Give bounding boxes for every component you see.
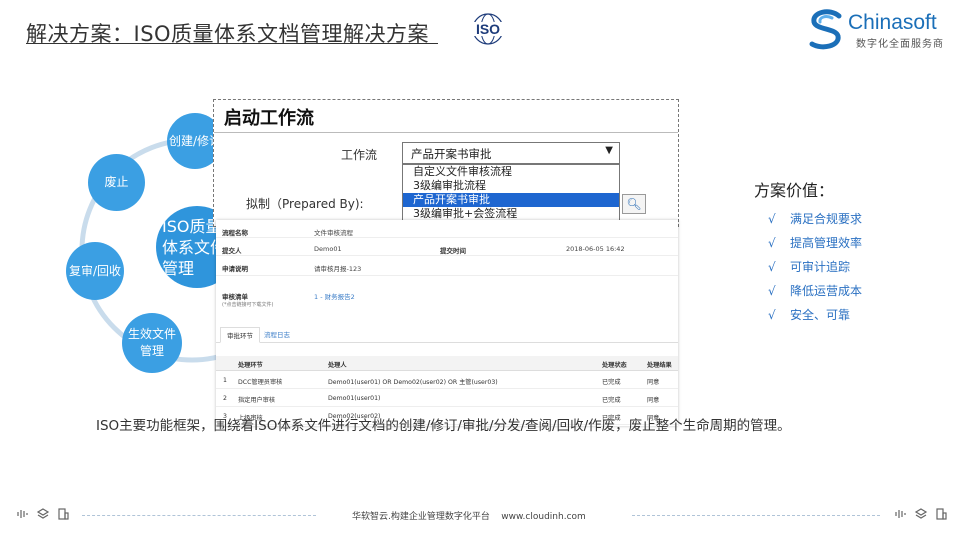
workflow-option[interactable]: 自定义文件审核流程 bbox=[403, 165, 619, 179]
row-handler: Demo01(user01) bbox=[328, 395, 381, 402]
stage-label: 废止 bbox=[104, 175, 129, 189]
row-step: DCC管理员审核 bbox=[238, 379, 283, 386]
value-item-label: 安全、可靠 bbox=[790, 308, 851, 322]
detail-tabs: 审批环节 流程日志 bbox=[216, 323, 678, 343]
building-icon bbox=[58, 508, 69, 520]
check-icon: √ bbox=[768, 308, 776, 322]
workflow-option-selected[interactable]: 产品开案书审批 bbox=[403, 193, 619, 207]
value-item: √ 降低运营成本 bbox=[768, 282, 862, 306]
check-icon: √ bbox=[768, 212, 776, 226]
chevron-down-icon: ▼ bbox=[605, 145, 613, 156]
col-handler: 处理人 bbox=[328, 362, 347, 369]
building-icon bbox=[936, 508, 947, 520]
layers-icon bbox=[914, 508, 928, 519]
audio-wave-icon bbox=[17, 510, 28, 518]
value-list: √ 满足合规要求 √ 提高管理效率 √ 可审计追踪 √ 降低运营成本 √ 安全、可靠 bbox=[768, 210, 862, 330]
tab-approval-steps[interactable]: 审批环节 bbox=[220, 327, 260, 343]
workflow-option[interactable]: 3级编审批流程 bbox=[403, 179, 619, 193]
value-item: √ 安全、可靠 bbox=[768, 306, 862, 330]
value-item-label: 满足合规要求 bbox=[790, 212, 863, 226]
review-file-link[interactable]: 1 - 财务报告2 bbox=[314, 291, 355, 301]
col-status: 处理状态 bbox=[602, 362, 627, 369]
value-item: √ 提高管理效率 bbox=[768, 234, 862, 258]
submit-time-value: 2018-06-05 16:42 bbox=[566, 245, 625, 253]
value-item-label: 提高管理效率 bbox=[790, 236, 863, 250]
row-result: 同意 bbox=[647, 397, 660, 404]
row-no: 2 bbox=[223, 395, 227, 402]
footer-icons-left bbox=[16, 507, 70, 521]
caption: ISO主要功能框架，围绕着ISO体系文件进行文档的创建/修订/审批/分发/查阅/… bbox=[96, 418, 791, 434]
submitter-label: 提交人 bbox=[222, 247, 242, 255]
value-item: √ 满足合规要求 bbox=[768, 210, 862, 234]
detail-row: 审核清单 (*点击链接可下载文件) 1 - 财务报告2 bbox=[216, 276, 678, 316]
value-item: √ 可审计追踪 bbox=[768, 258, 862, 282]
col-result: 处理结果 bbox=[647, 362, 672, 369]
workflow-select-value: 产品开案书审批 bbox=[411, 147, 492, 161]
process-detail-panel: 流程名称 文件审核流程 提交人 Demo01 提交时间 2018-06-05 1… bbox=[216, 220, 678, 426]
layers-icon bbox=[36, 508, 50, 519]
row-status: 已完成 bbox=[602, 379, 621, 386]
footer-divider-right bbox=[632, 515, 880, 516]
stage-effective-docs[interactable]: 生效文件管理 bbox=[122, 313, 182, 373]
stage-label: 复审/回收 bbox=[68, 263, 122, 278]
value-item-label: 降低运营成本 bbox=[790, 284, 863, 298]
detail-row: 流程名称 文件审核流程 bbox=[216, 220, 678, 238]
workflow-title: 启动工作流 bbox=[224, 108, 314, 129]
footer-icons-right bbox=[894, 507, 948, 521]
review-list-note: (*点击链接可下载文件) bbox=[222, 302, 274, 308]
divider bbox=[214, 132, 678, 133]
row-result: 同意 bbox=[647, 379, 660, 386]
row-no: 1 bbox=[223, 377, 227, 384]
check-icon: √ bbox=[768, 284, 776, 298]
workflow-options: 自定义文件审核流程 3级编审批流程 产品开案书审批 3级编审批+会签流程 bbox=[402, 164, 620, 222]
table-row: 2 指定用户审核 Demo01(user01) 已完成 同意 bbox=[216, 389, 678, 407]
apply-label: 申请说明 bbox=[222, 265, 248, 273]
footer-divider-left bbox=[82, 515, 316, 516]
workflow-select[interactable]: 产品开案书审批 ▼ bbox=[402, 142, 620, 164]
review-list-label: 审核清单 bbox=[222, 293, 248, 301]
stage-review-recycle[interactable]: 复审/回收 bbox=[66, 242, 124, 300]
detail-row: 申请说明 请审核月报-123 bbox=[216, 256, 678, 276]
value-title: 方案价值： bbox=[754, 181, 835, 200]
submit-time-label: 提交时间 bbox=[440, 247, 466, 255]
tab-process-log[interactable]: 流程日志 bbox=[258, 327, 296, 343]
flow-name-label: 流程名称 bbox=[222, 229, 248, 237]
stage-abolish[interactable]: 废止 bbox=[88, 154, 145, 211]
approval-table-header: 处理环节 处理人 处理状态 处理结果 bbox=[216, 356, 678, 371]
prepared-by-label: 拟制（Prepared By): bbox=[246, 197, 364, 211]
apply-value: 请审核月报-123 bbox=[314, 265, 362, 273]
footer-text: 华软智云.构建企业管理数字化平台 www.cloudinh.com bbox=[352, 512, 586, 522]
submitter-value: Demo01 bbox=[314, 245, 342, 253]
flow-name-value: 文件审核流程 bbox=[314, 229, 353, 237]
workflow-label: 工作流 bbox=[341, 148, 378, 162]
audio-wave-icon bbox=[895, 510, 906, 518]
col-step: 处理环节 bbox=[238, 362, 263, 369]
workflow-option[interactable]: 3级编审批+会签流程 bbox=[403, 207, 619, 221]
table-row: 1 DCC管理员审核 Demo01(user01) OR Demo02(user… bbox=[216, 371, 678, 389]
detail-row: 提交人 Demo01 提交时间 2018-06-05 16:42 bbox=[216, 238, 678, 256]
check-icon: √ bbox=[768, 236, 776, 250]
search-icon[interactable]: 🔍︎ bbox=[622, 194, 646, 214]
row-status: 已完成 bbox=[602, 397, 621, 404]
row-handler: Demo01(user01) OR Demo02(user02) OR 主管(u… bbox=[328, 379, 498, 386]
row-step: 指定用户审核 bbox=[238, 397, 276, 404]
stage-label: 生效文件管理 bbox=[128, 327, 177, 358]
check-icon: √ bbox=[768, 260, 776, 274]
start-workflow-panel: 启动工作流 工作流 产品开案书审批 ▼ 自定义文件审核流程 3级编审批流程 产品… bbox=[213, 99, 679, 227]
value-item-label: 可审计追踪 bbox=[790, 260, 851, 274]
